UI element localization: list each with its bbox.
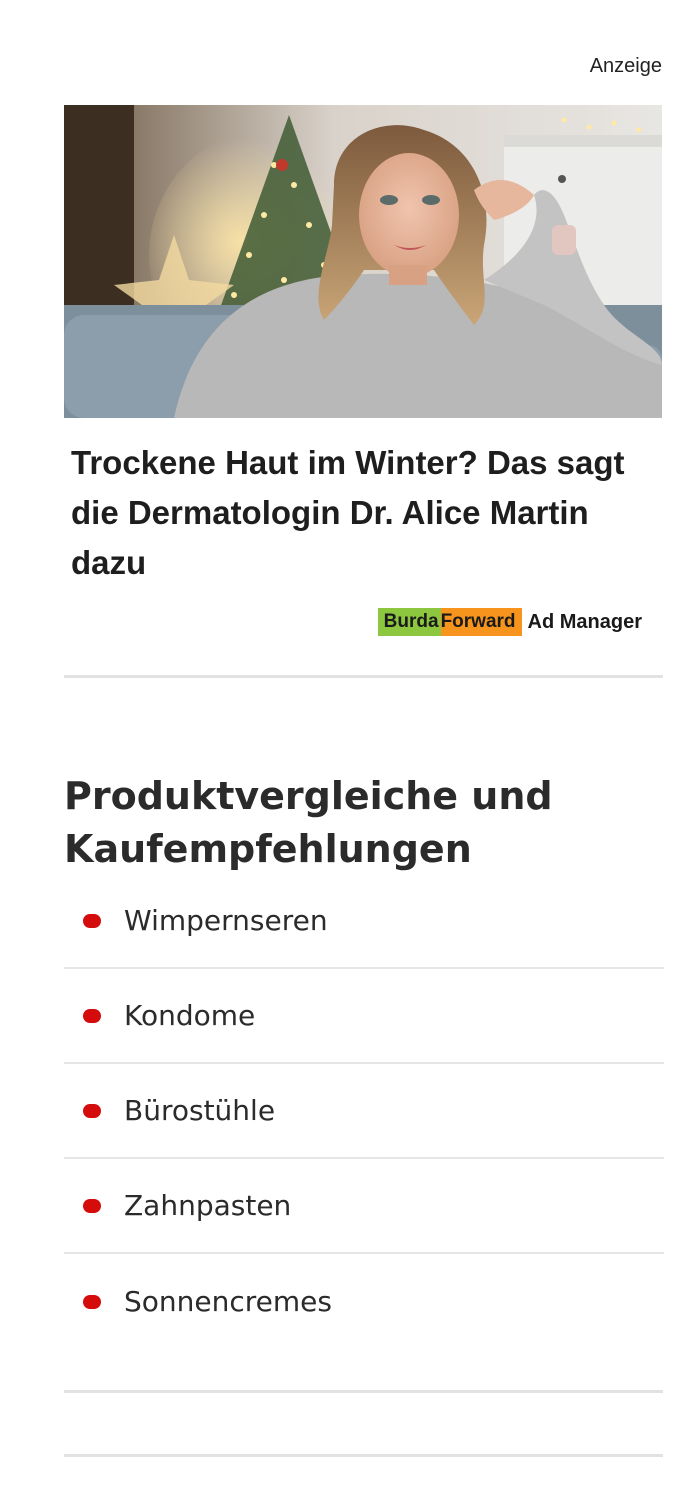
list-item-label: Kondome <box>124 999 256 1032</box>
list-item-label: Wimpernseren <box>124 904 328 937</box>
section-title: Produktvergleiche und Kaufempfehlungen <box>64 774 553 871</box>
divider <box>64 675 663 678</box>
list-item-label: Bürostühle <box>124 1094 276 1127</box>
bullet-icon <box>83 1294 101 1309</box>
list-item-label: Sonnencremes <box>124 1285 332 1318</box>
ad-manager-label: Ad Manager <box>527 610 642 633</box>
ad-label: Anzeige <box>589 55 662 77</box>
product-list: Wimpernseren Kondome Bürostühle Zahnpast… <box>64 874 664 1349</box>
list-item[interactable]: Zahnpasten <box>64 1159 664 1254</box>
divider <box>64 1454 663 1457</box>
ad-headline[interactable]: Trockene Haut im Winter? Das sagt die De… <box>71 438 631 588</box>
list-item[interactable]: Bürostühle <box>64 1064 664 1159</box>
list-item[interactable]: Sonnencremes <box>64 1254 664 1349</box>
ad-card[interactable]: Trockene Haut im Winter? Das sagt die De… <box>64 105 662 636</box>
ad-image[interactable] <box>64 105 662 418</box>
list-item-label: Zahnpasten <box>124 1189 292 1222</box>
list-item[interactable]: Kondome <box>64 969 664 1064</box>
bullet-icon <box>83 1103 101 1118</box>
list-item[interactable]: Wimpernseren <box>64 874 664 969</box>
bullet-icon <box>83 1198 101 1213</box>
divider <box>64 1390 663 1393</box>
sponsor-row: Burda Forward Ad Manager <box>64 608 662 636</box>
bullet-icon <box>83 1008 101 1023</box>
burdaforward-logo: Burda Forward <box>377 608 522 636</box>
bullet-icon <box>83 913 101 928</box>
logo-part-burda: Burda <box>377 608 441 636</box>
logo-part-forward: Forward <box>440 608 522 636</box>
